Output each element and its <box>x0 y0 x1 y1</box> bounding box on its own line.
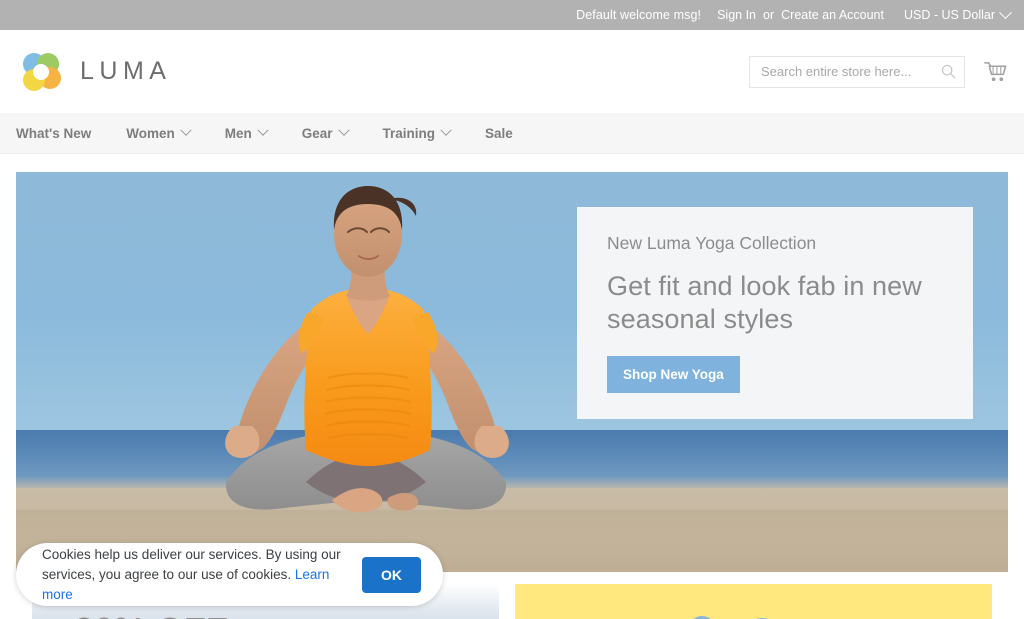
main-navigation: What's New Women Men Gear Training Sale <box>0 113 1024 154</box>
nav-label: Training <box>383 126 436 141</box>
search-box[interactable] <box>749 56 965 88</box>
logo-text: LUMA <box>80 57 171 86</box>
nav-label: Sale <box>485 126 513 141</box>
chevron-down-icon <box>180 125 191 136</box>
nav-item-training[interactable]: Training <box>383 126 469 141</box>
luma-logo-icon <box>18 49 64 95</box>
logo[interactable]: LUMA <box>18 49 171 95</box>
chevron-down-icon <box>338 125 349 136</box>
nav-item-sale[interactable]: Sale <box>485 126 531 141</box>
nav-item-gear[interactable]: Gear <box>302 126 366 141</box>
or-separator: or <box>763 8 774 22</box>
nav-item-whats-new[interactable]: What's New <box>16 126 109 141</box>
nav-label: Women <box>126 126 175 141</box>
nav-item-women[interactable]: Women <box>126 126 208 141</box>
site-header: LUMA <box>0 30 1024 113</box>
search-icon[interactable] <box>941 64 956 79</box>
nav-label: Men <box>225 126 252 141</box>
chevron-down-icon <box>440 125 451 136</box>
header-actions <box>749 56 1008 88</box>
sign-in-link[interactable]: Sign In <box>717 8 756 22</box>
discount-headline: 20% OFF <box>74 612 228 619</box>
cookie-text: Cookies help us deliver our services. By… <box>42 545 362 605</box>
more-ways-tile[interactable]: Even more ways <box>515 584 992 619</box>
hero-title: Get fit and look fab in new seasonal sty… <box>607 270 943 336</box>
welcome-message: Default welcome msg! <box>576 8 701 22</box>
shopping-cart-icon[interactable] <box>983 60 1008 84</box>
chevron-down-icon <box>257 125 268 136</box>
nav-label: What's New <box>16 126 91 141</box>
top-panel: Default welcome msg! Sign In or Create a… <box>0 0 1024 30</box>
currency-label: USD - US Dollar <box>904 8 995 22</box>
cookie-notice: Cookies help us deliver our services. By… <box>16 543 443 606</box>
nav-item-men[interactable]: Men <box>225 126 285 141</box>
currency-switcher[interactable]: USD - US Dollar <box>904 8 1010 22</box>
yoga-woman-figure <box>156 182 576 572</box>
nav-label: Gear <box>302 126 333 141</box>
cookie-ok-button[interactable]: OK <box>362 557 421 593</box>
shop-new-yoga-button[interactable]: Shop New Yoga <box>607 356 740 393</box>
create-account-link[interactable]: Create an Account <box>781 8 884 22</box>
hero-text-panel: New Luma Yoga Collection Get fit and loo… <box>577 207 973 419</box>
meditating-woman-illustration <box>156 182 576 572</box>
hero-banner[interactable]: New Luma Yoga Collection Get fit and loo… <box>16 172 1008 572</box>
hero-eyebrow: New Luma Yoga Collection <box>607 233 943 254</box>
search-input[interactable] <box>761 64 941 79</box>
chevron-down-icon <box>999 6 1012 19</box>
